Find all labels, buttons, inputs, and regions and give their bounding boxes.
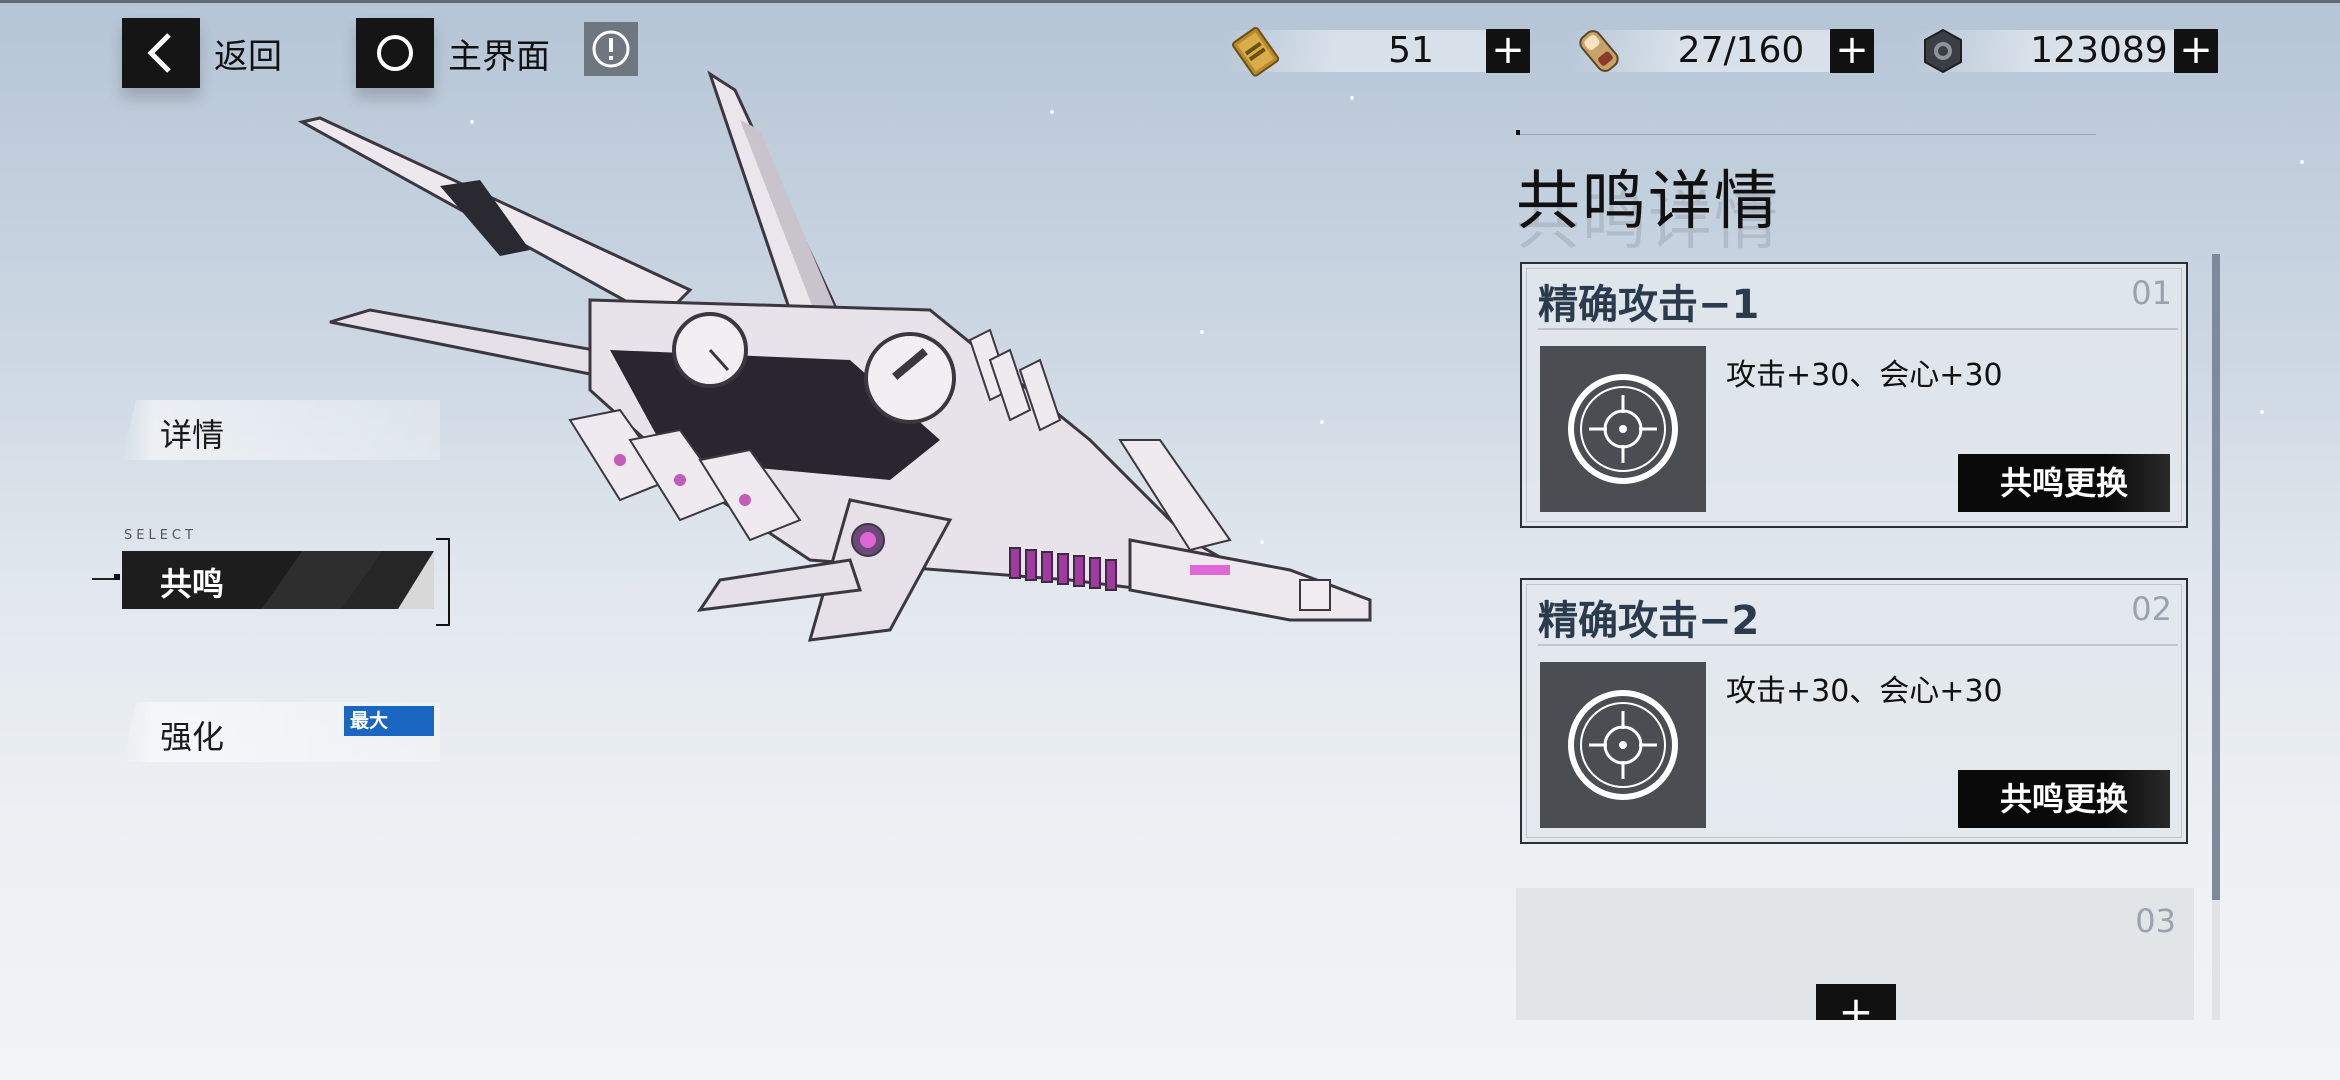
crosshair-icon <box>1540 662 1706 828</box>
panel-title: 共鸣详情 <box>1516 165 1780 239</box>
menu-item-label: 共鸣 <box>160 565 225 603</box>
scrollbar-thumb[interactable] <box>2212 254 2220 900</box>
menu-item-resonance[interactable]: 共鸣 <box>122 551 434 609</box>
empty-resonance-slot[interactable]: 03 + <box>1516 888 2194 1020</box>
card-divider <box>1538 328 2178 330</box>
weapon-model <box>297 70 1372 642</box>
back-label: 返回 <box>214 36 282 77</box>
card-description: 攻击+30、会心+30 <box>1726 674 2003 709</box>
currency-battery: 27/160 + <box>1570 22 1874 80</box>
menu-item-details[interactable]: 详情 <box>122 400 440 460</box>
menu-item-label: 强化 <box>160 718 225 756</box>
swap-resonance-button[interactable]: 共鸣更换 <box>1958 454 2170 512</box>
card-number: 03 <box>2135 902 2176 940</box>
swap-resonance-button[interactable]: 共鸣更换 <box>1958 770 2170 828</box>
title-divider <box>1516 134 2096 135</box>
max-badge: 最大 <box>344 706 434 736</box>
gear-coin-icon <box>1914 22 1972 80</box>
selection-bracket <box>436 538 450 626</box>
top-edge <box>0 0 2340 3</box>
card-description: 攻击+30、会心+30 <box>1726 358 2003 393</box>
back-arrow-icon <box>122 18 200 88</box>
snow-speck <box>2300 160 2304 164</box>
battery-icon <box>1570 22 1628 80</box>
add-ticket-button[interactable]: + <box>1486 29 1530 73</box>
card-number: 02 <box>2131 590 2172 628</box>
add-battery-button[interactable]: + <box>1830 29 1874 73</box>
card-divider <box>1538 644 2178 646</box>
select-pointer <box>92 578 114 580</box>
resonance-card: 精确攻击−2 02 攻击+30、会心+30 共鸣更换 <box>1520 578 2188 844</box>
card-title: 精确攻击−2 <box>1538 598 1760 644</box>
currency-gear: 123089 + <box>1914 22 2220 80</box>
select-tag: SELECT <box>124 528 197 543</box>
menu-item-label: 详情 <box>160 416 225 454</box>
card-number: 01 <box>2131 274 2172 312</box>
add-gear-button[interactable]: + <box>2174 29 2218 73</box>
back-button[interactable]: 返回 <box>122 18 282 88</box>
menu-corner <box>398 551 434 609</box>
card-title: 精确攻击−1 <box>1538 282 1760 328</box>
currency-value: 27/160 <box>1677 30 1805 71</box>
snow-speck <box>2260 410 2264 414</box>
title-dot <box>1516 130 1520 135</box>
add-resonance-button[interactable]: + <box>1816 984 1896 1020</box>
crosshair-icon <box>1540 346 1706 512</box>
currency-value: 123089 <box>2030 30 2168 71</box>
select-pointer-dot <box>114 574 120 580</box>
resonance-card: 精确攻击−1 01 攻击+30、会心+30 共鸣更换 <box>1520 262 2188 528</box>
